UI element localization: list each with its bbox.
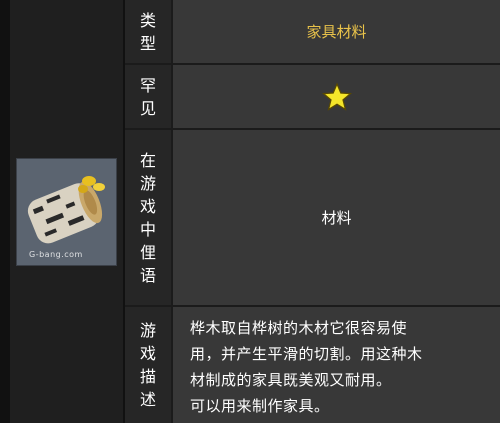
star-icon [321, 81, 352, 111]
slang-value: 材料 [321, 209, 352, 227]
description-line: 桦木取自桦树的木材它很容易使 [190, 319, 408, 337]
description-line: 材制成的家具既美观又耐用。 [190, 371, 392, 389]
description-line: 可以用来制作家具。 [190, 397, 330, 415]
value-description: 桦木取自桦树的木材它很容易使 用，并产生平滑的切割。用这种木 材制成的家具既美观… [173, 307, 500, 423]
label-slang: 在 游 戏 中 俚 语 [125, 130, 171, 307]
label-column: 类 型 罕 见 在 游 戏 中 俚 语 游 戏 描 述 [125, 0, 171, 423]
label-rarity: 罕 见 [125, 65, 171, 130]
label-description: 游 戏 描 述 [125, 307, 171, 423]
type-value: 家具材料 [306, 23, 367, 41]
left-border-strip [0, 0, 10, 423]
value-type: 家具材料 [173, 0, 500, 65]
value-slang: 材料 [173, 130, 500, 307]
item-thumbnail: G-bang.com [16, 158, 117, 266]
value-column: 家具材料 材料 桦木取自桦树的木材它很容易使 用，并产生平滑的切割。用这种木 材… [173, 0, 500, 423]
description-line: 用，并产生平滑的切割。用这种木 [190, 345, 423, 363]
label-type: 类 型 [125, 0, 171, 65]
item-image-column: G-bang.com [10, 0, 125, 423]
value-rarity [173, 65, 500, 130]
thumbnail-watermark: G-bang.com [29, 250, 83, 259]
